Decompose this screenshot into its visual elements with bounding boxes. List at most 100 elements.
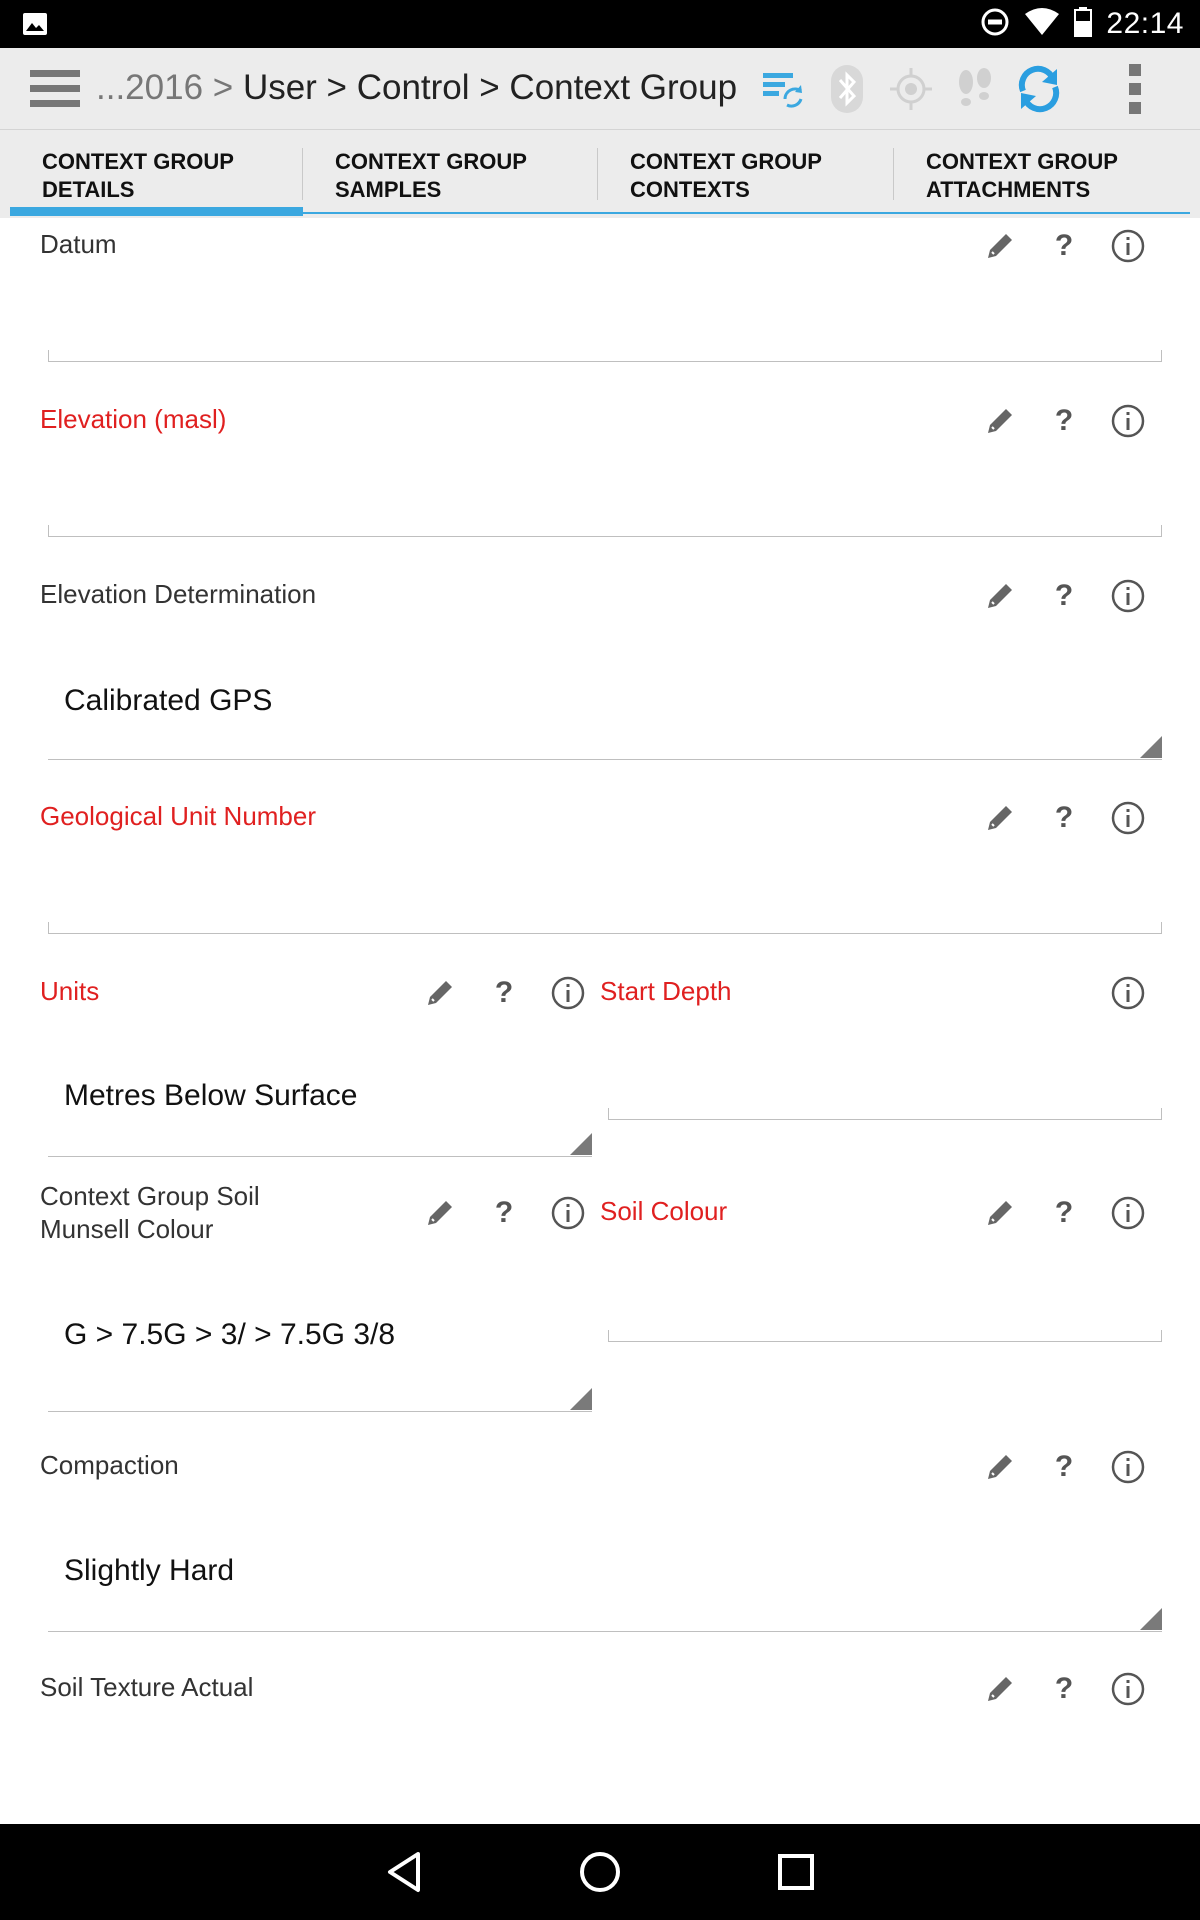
app-bar: ...2016 > User > Control > Context Group <box>0 48 1200 130</box>
datum-input[interactable] <box>48 350 1162 362</box>
tab-context-group-contexts[interactable]: Context Group Contexts <box>598 130 894 218</box>
tab-label-line1: Context Group <box>335 149 527 174</box>
munsell-colour-label: Context Group Soil Munsell Colour <box>40 1180 260 1246</box>
units-label: Units <box>40 976 100 1006</box>
back-icon[interactable] <box>378 1846 430 1898</box>
wifi-icon <box>1024 7 1060 41</box>
tab-label-line2: Contexts <box>630 177 750 202</box>
tab-label-line1: Context Group <box>42 149 234 174</box>
hamburger-menu-icon[interactable] <box>30 68 80 115</box>
tab-context-group-attachments[interactable]: Context Group Attachments <box>894 130 1190 218</box>
breadcrumb[interactable]: ...2016 > User > Control > Context Group <box>96 68 737 108</box>
units-select[interactable]: Metres Below Surface <box>48 1043 592 1157</box>
info-icon[interactable] <box>1096 226 1160 266</box>
munsell-colour-label-line1: Context Group Soil <box>40 1181 260 1211</box>
datum-label: Datum <box>40 229 117 259</box>
elevation-determination-select[interactable]: Calibrated GPS <box>48 648 1162 760</box>
pencil-icon[interactable] <box>968 1447 1032 1487</box>
help-icon[interactable]: ? <box>1032 1193 1096 1233</box>
tab-label-line2: Samples <box>335 177 442 202</box>
units-actions: ? <box>408 973 600 1013</box>
start-depth-actions <box>1096 973 1160 1013</box>
recents-icon[interactable] <box>770 1846 822 1898</box>
info-icon[interactable] <box>1096 1669 1160 1709</box>
datum-actions: ? <box>968 226 1160 266</box>
pencil-icon[interactable] <box>968 226 1032 266</box>
help-icon[interactable]: ? <box>472 973 536 1013</box>
info-icon[interactable] <box>536 1193 600 1233</box>
breadcrumb-path: User > Control > Context Group <box>242 68 738 107</box>
home-icon[interactable] <box>574 1846 626 1898</box>
tab-label-line1: Context Group <box>926 149 1118 174</box>
soil-texture-actual-actions: ? <box>968 1669 1160 1709</box>
elevation-label: Elevation (masl) <box>40 404 227 434</box>
elevation-input[interactable] <box>48 525 1162 537</box>
pencil-icon[interactable] <box>968 1193 1032 1233</box>
selected-value: Metres Below Surface <box>64 1079 358 1112</box>
gallery-icon <box>22 12 48 41</box>
pencil-icon[interactable] <box>968 401 1032 441</box>
dropdown-corner-icon <box>1140 1608 1162 1630</box>
status-bar: 22:14 <box>0 0 1200 48</box>
soil-colour-label: Soil Colour <box>600 1196 728 1226</box>
munsell-colour-select[interactable]: G > 7.5G > 3/ > 7.5G 3/8 <box>48 1278 592 1412</box>
soil-colour-actions: ? <box>968 1193 1160 1233</box>
tab-bar: Context Group Details Context Group Samp… <box>0 130 1200 218</box>
info-icon[interactable] <box>1096 1193 1160 1233</box>
tab-indicator <box>10 207 303 216</box>
info-icon[interactable] <box>1096 1447 1160 1487</box>
tab-underline <box>598 212 894 214</box>
breadcrumb-prefix: ...2016 > <box>96 68 234 107</box>
help-icon[interactable]: ? <box>1032 226 1096 266</box>
start-depth-label: Start Depth <box>600 976 732 1006</box>
pencil-icon[interactable] <box>968 576 1032 616</box>
compaction-label: Compaction <box>40 1450 179 1480</box>
gps-icon[interactable] <box>886 64 936 114</box>
battery-icon <box>1074 6 1093 42</box>
pencil-icon[interactable] <box>968 1669 1032 1709</box>
tab-label-line2: Details <box>42 177 135 202</box>
sync-settings-icon[interactable] <box>758 64 808 114</box>
refresh-icon[interactable] <box>1014 64 1064 114</box>
dropdown-corner-icon <box>570 1388 592 1410</box>
tab-context-group-samples[interactable]: Context Group Samples <box>303 130 598 218</box>
info-icon[interactable] <box>1096 973 1160 1013</box>
help-icon[interactable]: ? <box>1032 798 1096 838</box>
help-icon[interactable]: ? <box>1032 1669 1096 1709</box>
bluetooth-icon[interactable] <box>822 64 872 114</box>
tab-context-group-details[interactable]: Context Group Details <box>10 130 303 218</box>
help-icon[interactable]: ? <box>1032 1447 1096 1487</box>
munsell-colour-label-line2: Munsell Colour <box>40 1214 214 1244</box>
help-icon[interactable]: ? <box>472 1193 536 1233</box>
system-nav-bar <box>0 1824 1200 1920</box>
pencil-icon[interactable] <box>968 798 1032 838</box>
elevation-actions: ? <box>968 401 1160 441</box>
help-icon[interactable]: ? <box>1032 576 1096 616</box>
soil-colour-input[interactable] <box>608 1330 1162 1342</box>
context-group-details-form: Datum ? Elevation (masl) ? Elevation Det… <box>10 218 1190 1824</box>
geological-unit-number-input[interactable] <box>48 922 1162 934</box>
selected-value: Calibrated GPS <box>64 684 273 717</box>
selected-value: G > 7.5G > 3/ > 7.5G 3/8 <box>64 1318 396 1351</box>
dropdown-corner-icon <box>570 1133 592 1155</box>
info-icon[interactable] <box>1096 798 1160 838</box>
info-icon[interactable] <box>1096 576 1160 616</box>
pencil-icon[interactable] <box>408 1193 472 1233</box>
clock: 22:14 <box>1106 7 1184 40</box>
info-icon[interactable] <box>536 973 600 1013</box>
compaction-actions: ? <box>968 1447 1160 1487</box>
munsell-colour-actions: ? <box>408 1193 600 1233</box>
overflow-menu-icon[interactable] <box>1110 64 1160 114</box>
dropdown-corner-icon <box>1140 736 1162 758</box>
tab-label-line2: Attachments <box>926 177 1091 202</box>
help-icon[interactable]: ? <box>1032 401 1096 441</box>
elevation-determination-actions: ? <box>968 576 1160 616</box>
compaction-select[interactable]: Slightly Hard <box>48 1518 1162 1632</box>
pencil-icon[interactable] <box>408 973 472 1013</box>
tab-underline <box>303 212 598 214</box>
app-screen: 22:14 ...2016 > User > Control > Context… <box>0 0 1200 1920</box>
footsteps-icon[interactable] <box>950 64 1000 114</box>
info-icon[interactable] <box>1096 401 1160 441</box>
soil-texture-actual-label: Soil Texture Actual <box>40 1672 254 1702</box>
start-depth-input[interactable] <box>608 1108 1162 1120</box>
